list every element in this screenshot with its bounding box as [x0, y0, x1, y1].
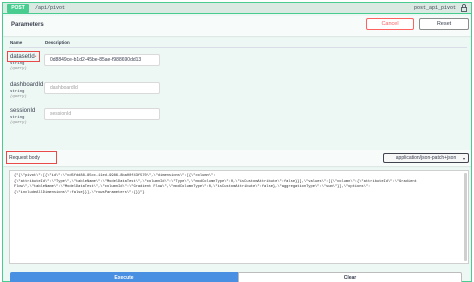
- highlight-datasetid: [7, 51, 40, 62]
- sessionid-input[interactable]: sessionId: [44, 108, 160, 120]
- param-type-sessionid: string: [10, 116, 25, 120]
- request-body-code: {"{\"pivot\":[{\"id\":\"cd5fdd88-85cc-11…: [10, 171, 468, 199]
- param-name-sessionid: sessionId: [10, 108, 36, 114]
- dashboardid-input[interactable]: dashboardId: [44, 82, 160, 94]
- datasetid-input[interactable]: 0d8849ce-b1d2-45be-85ae-f988690dd13: [44, 54, 160, 66]
- lock-icon[interactable]: [461, 4, 467, 12]
- chevron-down-icon: ▾: [462, 155, 465, 161]
- param-location-dashboardid: (query): [10, 95, 27, 99]
- param-type-dashboardid: string: [10, 90, 25, 94]
- code-line: {\"includeAllDimensions\":false}}],\"row…: [14, 190, 145, 195]
- editor-scrollbar[interactable]: [464, 173, 467, 261]
- operation-body: Parameters Cancel Reset Name Description…: [2, 14, 472, 282]
- parameters-title: Parameters: [11, 22, 44, 28]
- cancel-button[interactable]: Cancel: [366, 18, 414, 30]
- param-name-dashboardid: dashboardId: [10, 82, 44, 88]
- param-location-sessionid: (query): [10, 121, 27, 125]
- param-type-datasetid: string: [10, 62, 25, 66]
- parameters-header: Parameters Cancel Reset: [3, 16, 471, 36]
- execute-button[interactable]: Execute: [10, 272, 238, 282]
- content-type-value: application/json-patch+json: [395, 155, 457, 161]
- method-badge: POST: [7, 3, 29, 13]
- operation-path: /api/pivot: [35, 5, 66, 11]
- column-header-description: Description: [45, 40, 70, 45]
- highlight-request-body: [6, 151, 57, 164]
- operation-summary-bar[interactable]: POST /api/pivot post_api_pivot: [2, 2, 472, 14]
- column-header-name: Name: [10, 40, 23, 45]
- operation-id: post_api_pivot: [413, 5, 456, 11]
- param-location-datasetid: (query): [10, 67, 27, 71]
- request-body-editor[interactable]: {"{\"pivot\":[{\"id\":\"cd5fdd88-85cc-11…: [9, 170, 469, 264]
- clear-button[interactable]: Clear: [238, 272, 462, 282]
- reset-button[interactable]: Reset: [419, 18, 469, 30]
- column-divider: [9, 47, 467, 48]
- request-body-header: Request body application/json-patch+json…: [3, 150, 471, 166]
- swagger-operation: POST /api/pivot post_api_pivot Parameter…: [0, 0, 474, 282]
- content-type-select[interactable]: application/json-patch+json ▾: [383, 153, 469, 163]
